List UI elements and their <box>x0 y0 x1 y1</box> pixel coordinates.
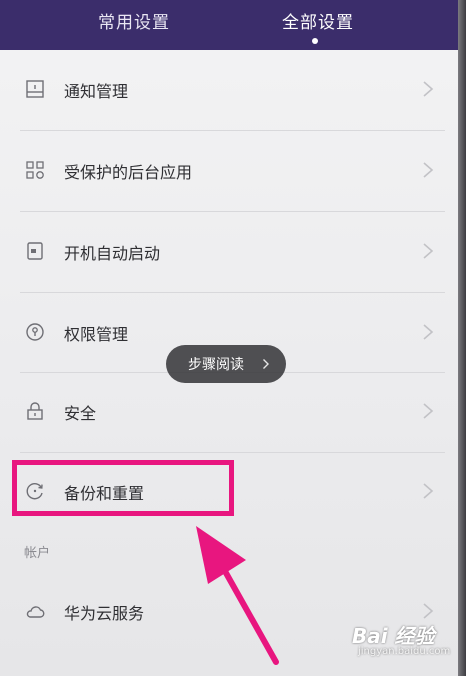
chevron-right-icon <box>423 243 434 259</box>
active-tab-indicator <box>312 38 318 44</box>
settings-item-label: 通知管理 <box>64 82 129 101</box>
settings-item-label: 权限管理 <box>64 325 129 344</box>
permission-icon <box>26 323 44 341</box>
settings-item-autostart[interactable]: 开机自动启动 <box>0 212 458 292</box>
chevron-right-icon <box>423 483 434 499</box>
step-read-label: 步骤阅读 <box>188 357 244 373</box>
settings-screen: 常用设置 全部设置 通知管理 受保护的后台应用 开机自动启动 权限管理 安全 备… <box>0 0 458 676</box>
lock-icon <box>27 402 43 420</box>
chevron-right-icon <box>423 603 434 619</box>
settings-item-label: 安全 <box>64 404 97 423</box>
tab-all-settings[interactable]: 全部设置 <box>282 8 354 33</box>
section-header-account: 帐户 <box>24 546 51 561</box>
settings-tab-bar: 常用设置 全部设置 <box>0 0 458 50</box>
settings-item-label: 开机自动启动 <box>64 244 161 263</box>
settings-item-notification[interactable]: 通知管理 <box>0 50 458 130</box>
settings-item-huawei-cloud[interactable]: 华为云服务 <box>0 572 458 652</box>
chevron-right-icon <box>423 403 434 419</box>
settings-item-label: 受保护的后台应用 <box>64 163 193 182</box>
autostart-icon <box>27 242 43 260</box>
settings-item-label: 华为云服务 <box>64 604 145 623</box>
settings-item-label: 备份和重置 <box>64 484 145 503</box>
protected-apps-icon <box>26 161 44 179</box>
settings-item-security[interactable]: 安全 <box>0 372 458 452</box>
settings-item-protected-apps[interactable]: 受保护的后台应用 <box>0 131 458 211</box>
chevron-right-icon <box>423 81 434 97</box>
settings-item-backup-reset[interactable]: 备份和重置 <box>0 452 458 532</box>
chevron-right-icon <box>263 359 269 369</box>
cloud-icon <box>26 606 45 618</box>
step-read-button[interactable]: 步骤阅读 <box>166 345 286 383</box>
chevron-right-icon <box>423 162 434 178</box>
backup-restore-icon <box>26 483 43 500</box>
tab-common-settings[interactable]: 常用设置 <box>98 8 170 33</box>
notification-icon <box>26 80 44 98</box>
device-bezel <box>458 0 466 676</box>
chevron-right-icon <box>423 324 434 340</box>
